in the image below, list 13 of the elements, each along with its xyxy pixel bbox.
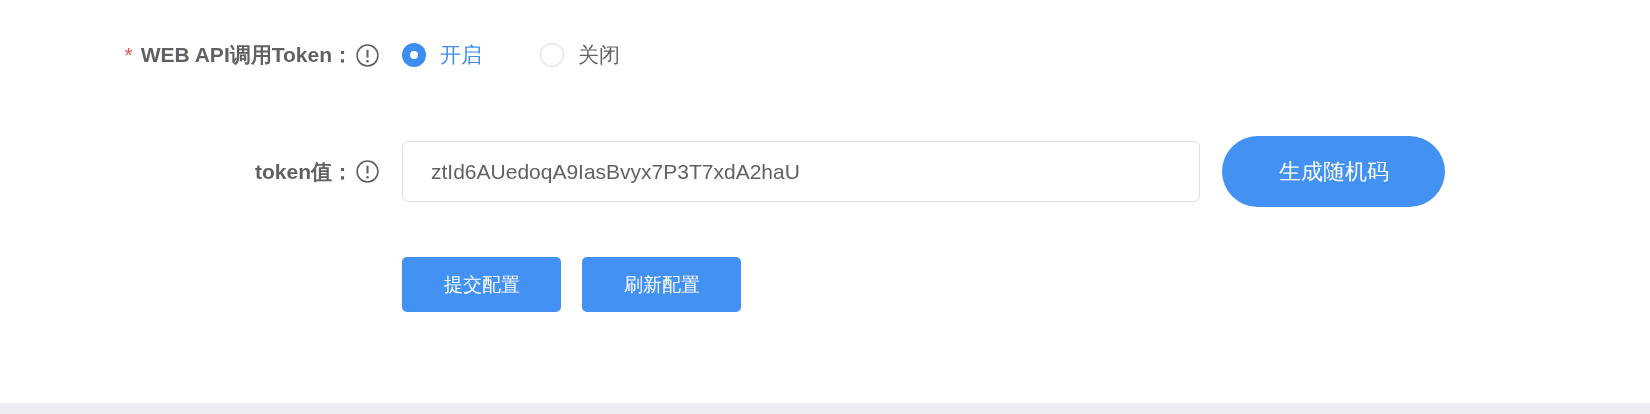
form-button[interactable]: 刷新配置 — [582, 257, 741, 312]
token-field[interactable]: ztId6AUedoqA9IasBvyx7P3T7xdA2haU — [402, 141, 1200, 202]
field-label: token值： — [255, 158, 353, 185]
radio-button[interactable] — [540, 43, 564, 67]
radio-button[interactable] — [402, 43, 426, 67]
form-button[interactable]: 提交配置 — [402, 257, 561, 312]
generate-button[interactable]: 生成随机码 — [1222, 136, 1445, 207]
info-icon — [355, 159, 380, 184]
radio-option[interactable]: 开启 — [402, 41, 482, 69]
required-mark: * — [124, 43, 133, 67]
field-label: WEB API调用Token： — [140, 42, 353, 68]
radio-option[interactable]: 关闭 — [540, 41, 620, 69]
info-icon — [355, 42, 380, 68]
